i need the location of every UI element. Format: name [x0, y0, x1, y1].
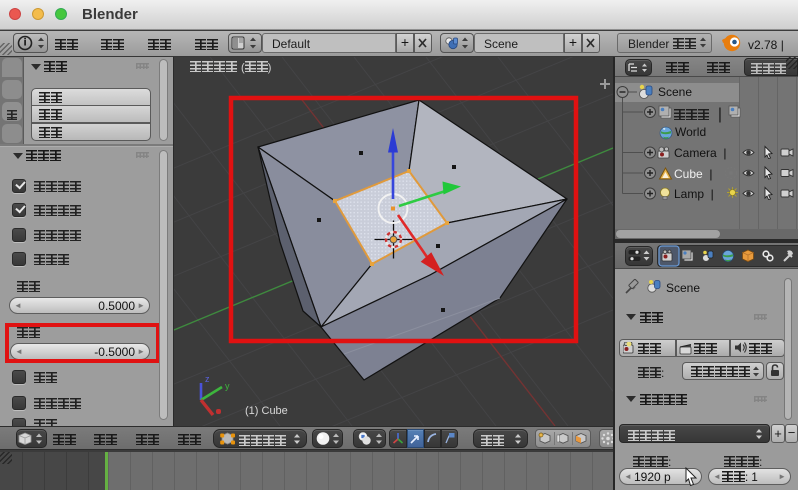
svg-text:y: y	[225, 381, 230, 391]
svg-text:z: z	[205, 374, 210, 384]
